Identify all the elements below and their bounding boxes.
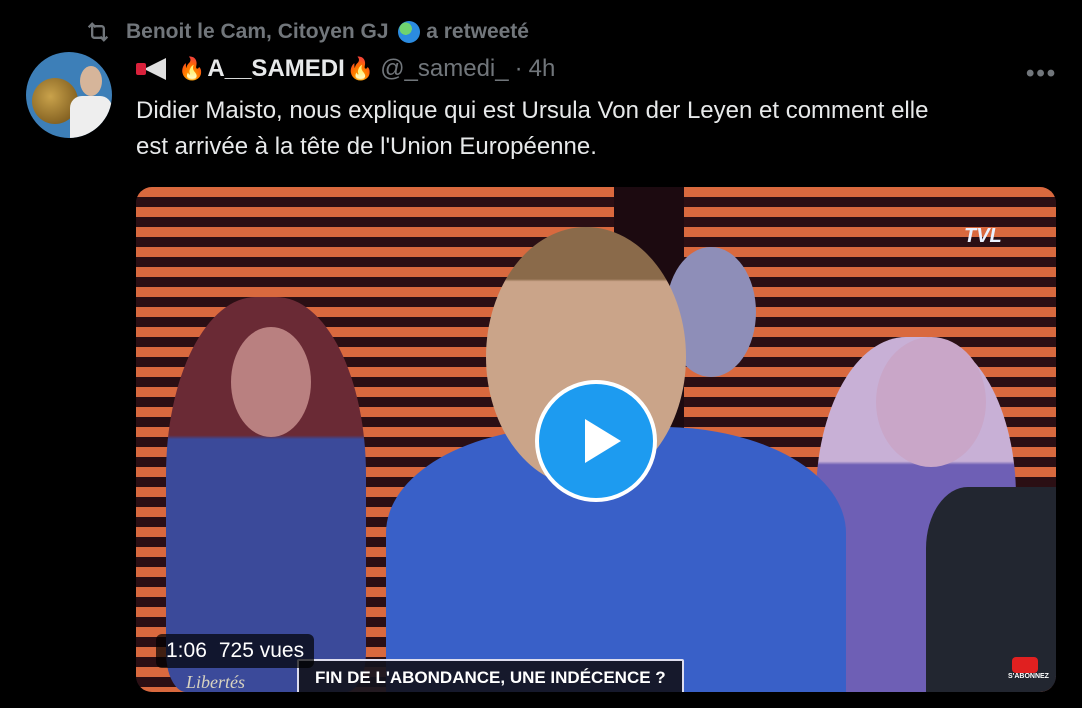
tweet-header: 🔥 A__SAMEDI 🔥 @_samedi_ · 4h <box>136 52 555 86</box>
subscribe-icon: S'ABONNEZ <box>1008 657 1049 685</box>
user-handle[interactable]: @_samedi_ <box>380 55 508 83</box>
video-info-badge: 1:06 725 vues <box>156 634 315 668</box>
fire-icon: 🔥 <box>346 56 375 81</box>
retweeter-name[interactable]: Benoit le Cam, Citoyen GJ <box>126 20 389 43</box>
tweet-text-line: Didier Maisto, nous explique qui est Urs… <box>136 97 929 124</box>
tweet-text-line: est arrivée à la tête de l'Union Europée… <box>136 133 597 160</box>
retweet-label: a retweeté <box>426 20 529 43</box>
globe-emoji-icon <box>398 21 421 44</box>
display-name[interactable]: A__SAMEDI <box>207 55 344 83</box>
play-button[interactable] <box>535 380 657 502</box>
tweet-timestamp[interactable]: 4h <box>529 55 556 83</box>
more-options-button[interactable]: ••• <box>1026 60 1057 88</box>
show-logo: Libertés <box>186 672 246 692</box>
fire-icon: 🔥 <box>178 56 206 81</box>
retweet-context: Benoit le Cam, Citoyen GJ a retweeté <box>84 18 529 46</box>
video-chyron: FIN DE L'ABONDANCE, UNE INDÉCENCE ? <box>297 659 684 692</box>
tweet-text: Didier Maisto, nous explique qui est Urs… <box>136 93 1056 165</box>
channel-logo: TVL <box>964 225 1002 247</box>
video-duration: 1:06 <box>166 639 207 662</box>
avatar[interactable] <box>26 52 112 138</box>
video-player[interactable]: TVL Libertés FIN DE L'ABONDANCE, UNE IND… <box>136 187 1056 692</box>
view-count: 725 vues <box>218 639 305 662</box>
megaphone-icon <box>136 58 166 80</box>
separator-dot: · <box>514 55 523 82</box>
retweet-icon <box>87 22 109 42</box>
